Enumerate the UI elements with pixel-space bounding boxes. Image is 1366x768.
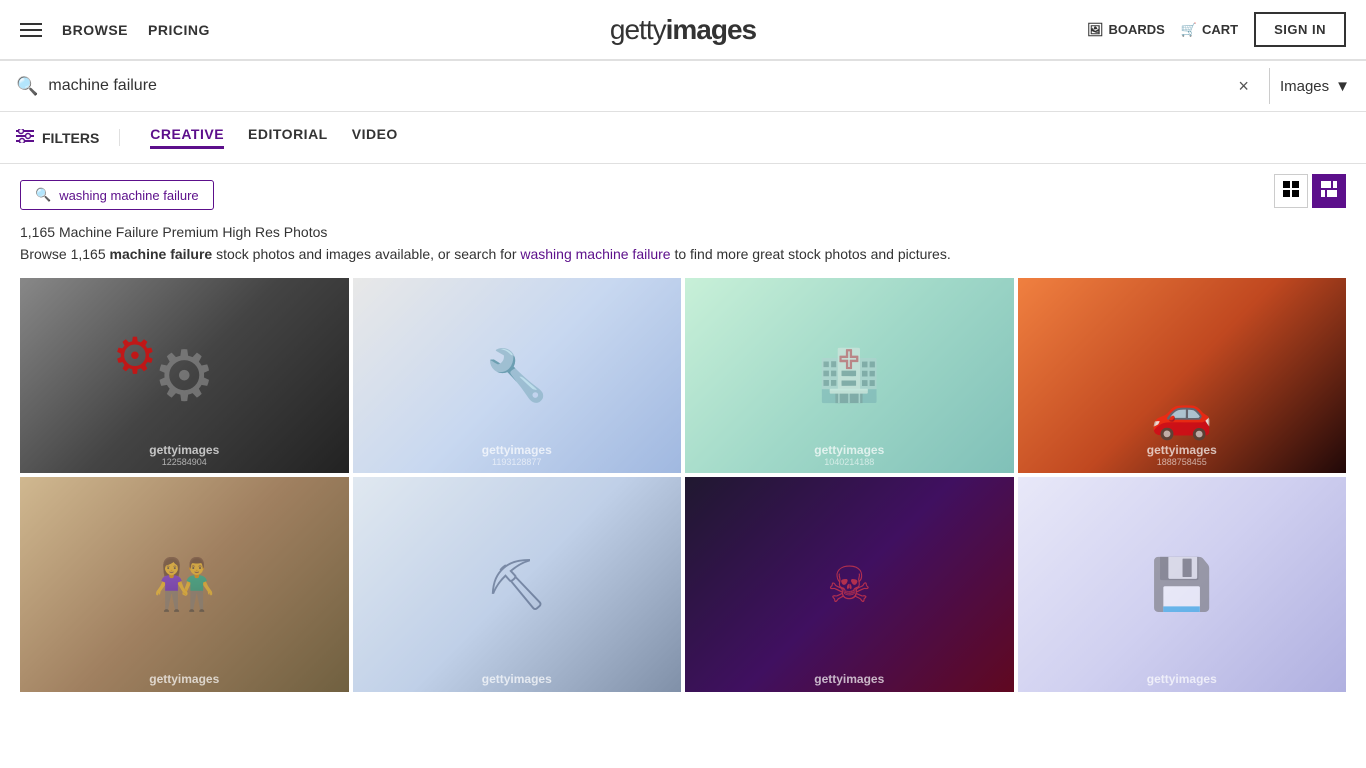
search-input[interactable] bbox=[48, 77, 1238, 95]
tab-video[interactable]: VIDEO bbox=[352, 126, 398, 149]
filters-button[interactable]: FILTERS bbox=[16, 129, 120, 146]
boards-link[interactable]: 🖼 BOARDS bbox=[1087, 22, 1165, 38]
desc-prefix: Browse 1,165 bbox=[20, 246, 106, 262]
watermark-6: gettyimages bbox=[482, 672, 552, 686]
tab-creative[interactable]: CREATIVE bbox=[150, 126, 224, 149]
filter-icon bbox=[16, 129, 34, 146]
results-title: Machine Failure Premium High Res Photos bbox=[59, 224, 327, 240]
image-card-6[interactable]: ⛏ gettyimages bbox=[353, 477, 682, 692]
suggested-tag-label: washing machine failure bbox=[59, 188, 198, 203]
image-grid-row1: ⚙ ⚙ gettyimages 122584904 🔧 gettyimages … bbox=[20, 278, 1346, 473]
boards-label: BOARDS bbox=[1108, 22, 1164, 37]
image-type-label: Images bbox=[1280, 78, 1329, 95]
image-card-4[interactable]: 🚗 gettyimages 1888758455 bbox=[1018, 278, 1347, 473]
suggested-tag-search-icon: 🔍 bbox=[35, 187, 51, 203]
results-description: Browse 1,165 machine failure stock photo… bbox=[20, 246, 1346, 262]
watermark-1: gettyimages 122584904 bbox=[149, 443, 219, 467]
desc-link[interactable]: washing machine failure bbox=[520, 246, 670, 262]
image-card-2[interactable]: 🔧 gettyimages 1193128877 bbox=[353, 278, 682, 473]
image-card-3[interactable]: 🏥 gettyimages 1040214188 bbox=[685, 278, 1014, 473]
view-controls bbox=[1274, 174, 1346, 208]
cart-label: CART bbox=[1202, 22, 1238, 37]
cart-link[interactable]: 🛒 CART bbox=[1181, 22, 1238, 38]
hamburger-menu[interactable] bbox=[20, 23, 42, 37]
logo[interactable]: gettyimages bbox=[610, 14, 756, 46]
boards-icon: 🖼 bbox=[1087, 22, 1104, 38]
filters-label: FILTERS bbox=[42, 130, 99, 146]
pricing-link[interactable]: PRICING bbox=[148, 22, 210, 38]
logo-light: getty bbox=[610, 14, 666, 45]
watermark-5: gettyimages bbox=[149, 672, 219, 686]
header-left: BROWSE PRICING bbox=[20, 22, 210, 38]
mosaic-icon bbox=[1321, 181, 1337, 202]
search-divider bbox=[1269, 68, 1270, 104]
header-right: 🖼 BOARDS 🛒 CART SIGN IN bbox=[1087, 12, 1346, 47]
desc-suffix: to find more great stock photos and pict… bbox=[674, 246, 950, 262]
clear-search-icon[interactable]: × bbox=[1238, 76, 1249, 97]
results-count-text: 1,165 Machine Failure Premium High Res P… bbox=[20, 224, 1346, 240]
browse-link[interactable]: BROWSE bbox=[62, 22, 128, 38]
search-bar: 🔍 × Images ▼ bbox=[0, 60, 1366, 112]
image-card-5[interactable]: 👫 gettyimages bbox=[20, 477, 349, 692]
grid-view-button[interactable] bbox=[1274, 174, 1308, 208]
watermark-2: gettyimages 1193128877 bbox=[482, 443, 552, 467]
results-header: 1,165 Machine Failure Premium High Res P… bbox=[20, 224, 1346, 278]
watermark-4: gettyimages 1888758455 bbox=[1147, 443, 1217, 467]
content-area: 🔍 washing machine failure bbox=[0, 164, 1366, 708]
suggested-tag[interactable]: 🔍 washing machine failure bbox=[20, 180, 214, 210]
filter-tabs: CREATIVE EDITORIAL VIDEO bbox=[150, 126, 398, 149]
search-icon: 🔍 bbox=[16, 76, 38, 97]
desc-mid: stock photos and images available, or se… bbox=[216, 246, 520, 262]
results-count: 1,165 bbox=[20, 224, 55, 240]
image-card-1[interactable]: ⚙ ⚙ gettyimages 122584904 bbox=[20, 278, 349, 473]
header: BROWSE PRICING gettyimages 🖼 BOARDS 🛒 CA… bbox=[0, 0, 1366, 60]
image-card-8[interactable]: 💾 gettyimages bbox=[1018, 477, 1347, 692]
image-type-selector[interactable]: Images ▼ bbox=[1280, 78, 1350, 95]
sign-in-button[interactable]: SIGN IN bbox=[1254, 12, 1346, 47]
filter-bar: FILTERS CREATIVE EDITORIAL VIDEO bbox=[0, 112, 1366, 164]
chevron-down-icon: ▼ bbox=[1335, 78, 1350, 95]
image-card-7[interactable]: ☠ gettyimages bbox=[685, 477, 1014, 692]
cart-icon: 🛒 bbox=[1181, 22, 1197, 38]
mosaic-view-button[interactable] bbox=[1312, 174, 1346, 208]
image-grid-row2: 👫 gettyimages ⛏ gettyimages ☠ gettyimage… bbox=[20, 477, 1346, 692]
watermark-7: gettyimages bbox=[814, 672, 884, 686]
watermark-8: gettyimages bbox=[1147, 672, 1217, 686]
watermark-3: gettyimages 1040214188 bbox=[814, 443, 884, 467]
grid-icon bbox=[1283, 181, 1299, 202]
logo-bold: images bbox=[666, 14, 757, 45]
tab-editorial[interactable]: EDITORIAL bbox=[248, 126, 328, 149]
header-nav: BROWSE PRICING bbox=[62, 22, 210, 38]
desc-bold: machine failure bbox=[110, 246, 213, 262]
